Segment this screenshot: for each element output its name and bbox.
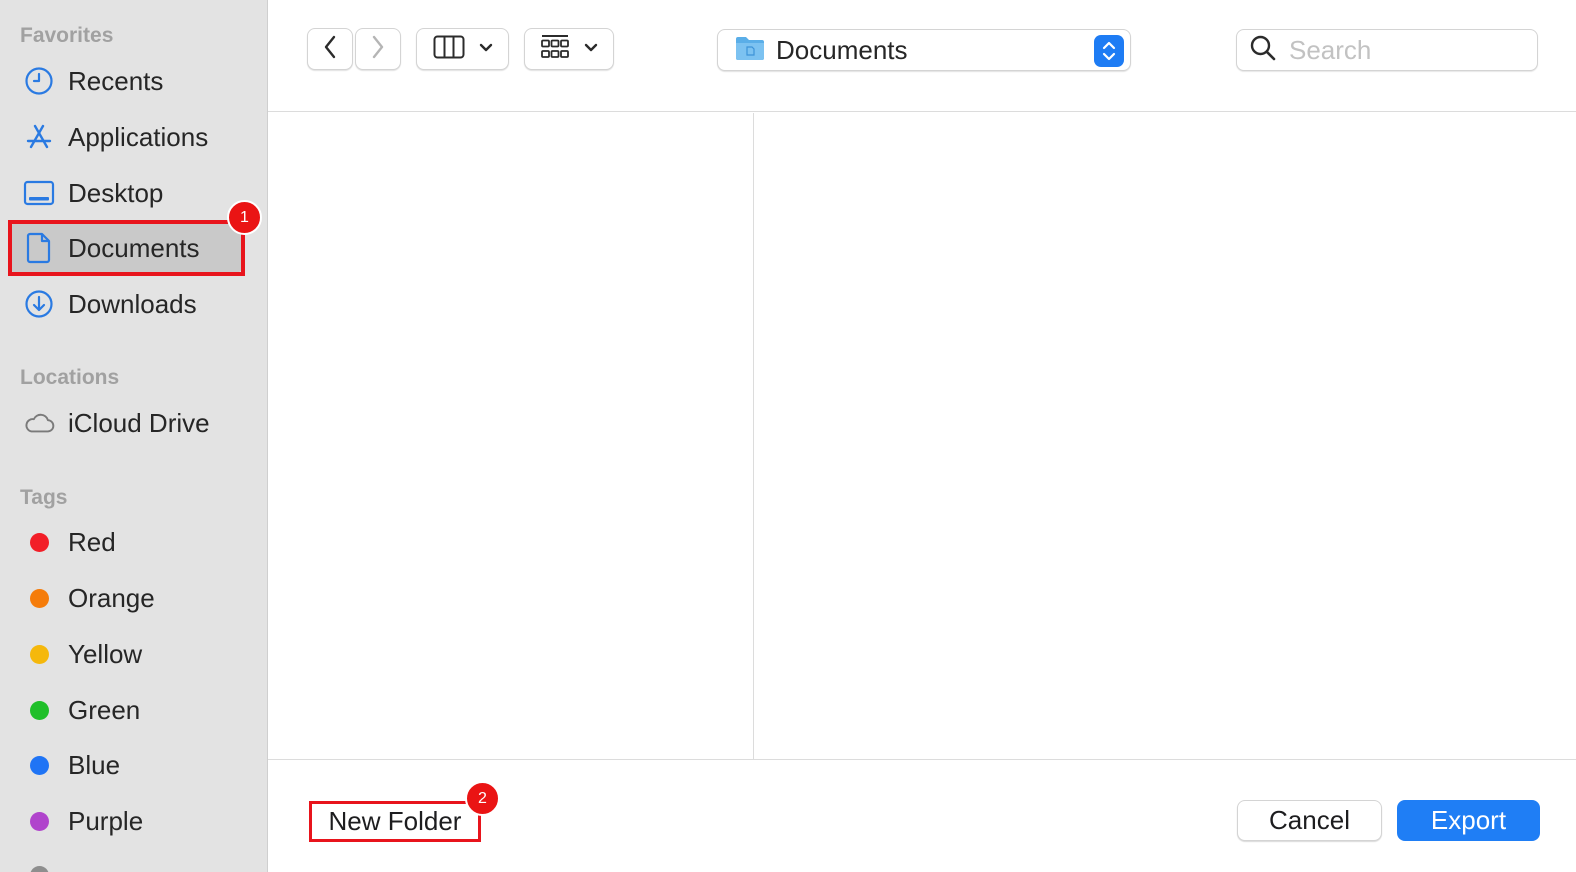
orange-tag-dot-icon [30, 588, 49, 608]
purple-tag-dot-icon [30, 811, 49, 831]
sidebar-item-label: Desktop [68, 177, 164, 208]
applications-icon [23, 121, 55, 153]
location-label: Documents [776, 34, 908, 65]
sidebar-item-label: iCloud Drive [68, 407, 210, 438]
new-folder-button[interactable]: New Folder [309, 801, 481, 842]
sidebar-item-label: Applications [68, 121, 209, 152]
browser-column-1[interactable] [268, 113, 753, 759]
chevron-right-icon [371, 35, 385, 64]
sidebar-item-desktop[interactable]: Desktop [10, 168, 242, 218]
favorites-header: Favorites [20, 24, 114, 47]
search-field[interactable] [1236, 29, 1538, 71]
view-mode-button[interactable] [416, 28, 509, 70]
yellow-tag-dot-icon [30, 644, 49, 664]
highlight-box-documents [8, 220, 245, 276]
chevron-down-icon [479, 40, 493, 58]
gray-tag-dot-icon [30, 865, 49, 872]
sidebar-tag-purple[interactable]: Purple [10, 796, 242, 846]
search-icon [1249, 34, 1277, 67]
sidebar-tag-green[interactable]: Green [10, 685, 242, 735]
sidebar: Favorites Recents Applications Desktop D… [0, 0, 268, 872]
export-button[interactable]: Export [1397, 800, 1540, 841]
sidebar-item-label: Orange [68, 582, 155, 613]
columns-view-icon [433, 35, 465, 64]
clock-icon [23, 65, 55, 97]
sidebar-tag-orange[interactable]: Orange [10, 573, 242, 623]
file-browser [268, 113, 1576, 759]
dialog-footer: New Folder Cancel Export [268, 759, 1576, 872]
sidebar-item-recents[interactable]: Recents [10, 56, 242, 106]
back-button[interactable] [307, 28, 353, 70]
browser-column-2[interactable] [754, 113, 1576, 759]
download-icon [23, 288, 55, 320]
locations-header: Locations [20, 366, 120, 389]
grid-group-icon [540, 34, 570, 65]
sidebar-item-label: Recents [68, 65, 164, 96]
search-input[interactable] [1289, 34, 1529, 66]
blue-tag-dot-icon [30, 755, 49, 775]
sidebar-tag-blue[interactable]: Blue [10, 740, 242, 790]
group-by-button[interactable] [524, 28, 614, 70]
location-popup[interactable]: Documents [717, 29, 1131, 71]
red-tag-dot-icon [30, 532, 49, 552]
sidebar-tag-red[interactable]: Red [10, 517, 242, 567]
tags-header: Tags [20, 486, 68, 509]
sidebar-tag-partial[interactable] [10, 850, 242, 872]
step-badge-1: 1 [227, 200, 262, 235]
chevron-left-icon [323, 35, 337, 64]
forward-button[interactable] [355, 28, 401, 70]
step-badge-2: 2 [465, 781, 500, 816]
sidebar-item-label: Purple [68, 805, 144, 836]
sidebar-item-label: Blue [68, 749, 121, 780]
sidebar-item-downloads[interactable]: Downloads [10, 279, 242, 329]
cancel-button[interactable]: Cancel [1237, 800, 1382, 841]
sidebar-item-label: Green [68, 694, 141, 725]
chevron-down-icon [584, 40, 598, 58]
toolbar: Documents [268, 0, 1576, 112]
folder-icon [734, 34, 766, 67]
sidebar-item-label: Yellow [68, 638, 143, 669]
up-down-stepper-icon [1094, 35, 1124, 67]
sidebar-item-icloud-drive[interactable]: iCloud Drive [10, 398, 242, 448]
desktop-icon [23, 177, 55, 209]
sidebar-item-applications[interactable]: Applications [10, 112, 242, 162]
sidebar-tag-yellow[interactable]: Yellow [10, 629, 242, 679]
green-tag-dot-icon [30, 700, 49, 720]
cloud-icon [23, 407, 55, 439]
sidebar-item-label: Downloads [68, 288, 197, 319]
sidebar-item-label: Red [68, 526, 116, 557]
